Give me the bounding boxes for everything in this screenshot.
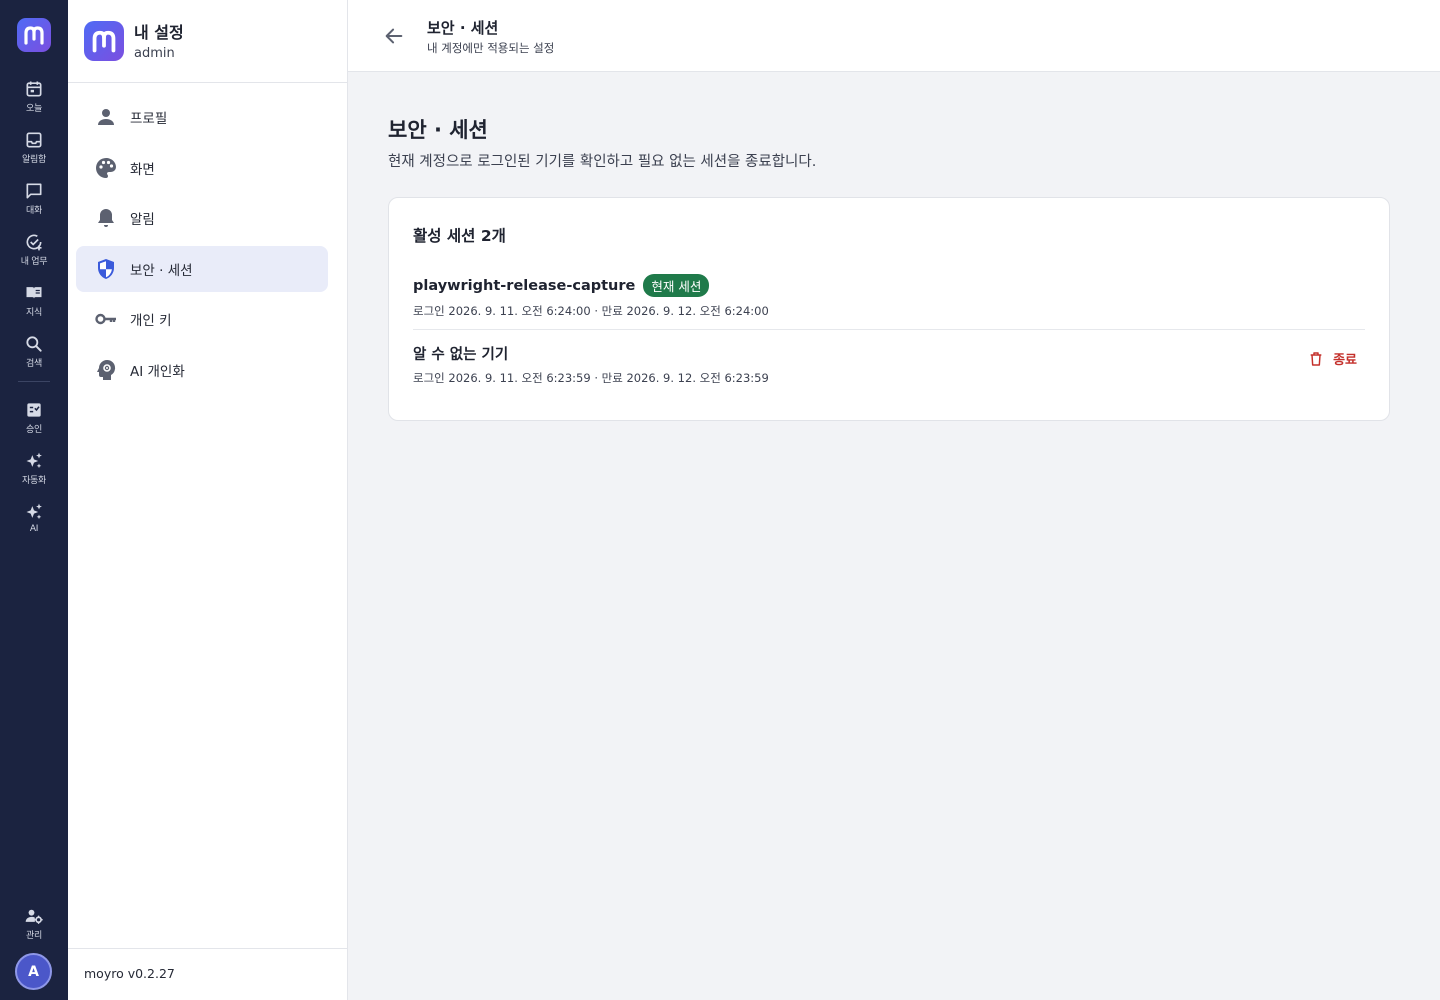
rail-item-label: 관리 [26,931,42,941]
search-icon [26,336,42,352]
inbox-icon [26,132,42,148]
shield-icon [98,258,114,279]
rail-item-automation[interactable]: 자동화 [0,449,68,495]
session-meta: 로그인 2026. 9. 11. 오전 6:24:00 · 만료 2026. 9… [413,304,769,318]
moyro-logo-icon [24,26,44,45]
moyro-logo-icon [92,30,116,53]
ai-head-icon [97,359,116,380]
approval-icon [27,403,41,417]
header-title: 보안 · 세션 [427,19,499,37]
rail-item-label: 내 업무 [20,257,48,267]
back-button[interactable] [380,22,408,50]
nav-item-label: 프로필 [130,111,168,127]
nav-item-security-session[interactable]: 보안 · 세션 [76,245,328,292]
main-content: 보안 · 세션 현재 계정으로 로그인된 기기를 확인하고 필요 없는 세션을 … [348,72,1440,1000]
session-device: 알 수 없는 기기 [413,343,1365,364]
rail-item-my-tasks[interactable]: 내 업무 [0,230,68,276]
sessions-card: 활성 세션 2개 playwright-release-capture 현재 세… [388,197,1390,421]
rail-item-label: 검색 [26,359,42,369]
nav-item-notifications[interactable]: 알림 [76,195,328,241]
nav-item-personal-key[interactable]: 개인 키 [76,296,328,342]
rail-item-label: 오늘 [26,104,42,114]
palette-icon [96,157,116,178]
user-avatar[interactable]: A [15,953,52,990]
person-icon [98,109,114,125]
rail-item-knowledge[interactable]: 지식 [0,281,68,327]
session-device: playwright-release-capture 현재 세션 [413,274,1365,297]
rail-item-label: AI [29,524,39,534]
nav-item-label: 보안 · 세션 [130,262,193,279]
task-check-icon [26,234,42,251]
bell-icon [98,209,114,227]
page-title: 보안 · 세션 [388,118,488,142]
end-session-label: 종료 [1333,353,1357,368]
session-row: 알 수 없는 기기 로그인 2026. 9. 11. 오전 6:23:59 · … [413,343,1365,395]
nav-item-label: 화면 [130,161,155,178]
rail-divider [18,381,50,382]
nav-item-label: 개인 키 [130,313,172,329]
page-header: 보안 · 세션 내 계정에만 적용되는 설정 [348,0,1440,72]
app-rail: 오늘 알림함 대화 내 업무 지식 검색 승인 자동화 AI 관리 A [0,0,68,1000]
trash-icon [1310,351,1322,366]
rail-item-approval[interactable]: 승인 [0,398,68,444]
end-session-button[interactable]: 종료 [1308,349,1357,368]
rail-item-chat[interactable]: 대화 [0,179,68,225]
rail-item-label: 지식 [26,308,42,318]
rail-item-today[interactable]: 오늘 [0,77,68,123]
calendar-icon [26,81,42,97]
sidebar-header: 내 설정 admin [68,0,347,83]
rail-item-label: 승인 [26,425,42,435]
sidebar-username: admin [134,46,175,61]
rail-item-label: 대화 [26,206,42,216]
sessions-card-title: 활성 세션 2개 [413,227,506,245]
rail-item-inbox[interactable]: 알림함 [0,128,68,174]
arrow-left-icon [385,28,403,44]
app-version: moyro v0.2.27 [84,966,175,981]
nav-item-display[interactable]: 화면 [76,145,328,191]
admin-users-icon [25,909,43,924]
key-icon [95,313,116,325]
rail-item-label: 자동화 [22,476,46,486]
settings-sidebar: 내 설정 admin 프로필 화면 알림 보안 · 세션 개인 키 AI 개인화 [68,0,348,1000]
rail-item-admin[interactable]: 관리 [0,904,68,950]
nav-item-profile[interactable]: 프로필 [76,94,328,140]
header-subtitle: 내 계정에만 적용되는 설정 [427,41,555,55]
nav-item-label: 알림 [130,212,155,228]
rail-item-search[interactable]: 검색 [0,332,68,378]
nav-item-ai-personalization[interactable]: AI 개인화 [76,347,328,393]
rail-item-label: 알림함 [22,155,46,165]
ai-sparkle-icon [26,503,42,520]
session-row: playwright-release-capture 현재 세션 로그인 202… [413,274,1365,330]
settings-nav: 프로필 화면 알림 보안 · 세션 개인 키 AI 개인화 [76,94,328,397]
session-meta: 로그인 2026. 9. 11. 오전 6:23:59 · 만료 2026. 9… [413,371,769,385]
chat-icon [26,183,42,199]
current-session-badge: 현재 세션 [643,274,710,297]
settings-logo [84,21,124,61]
page-description: 현재 계정으로 로그인된 기기를 확인하고 필요 없는 세션을 종료합니다. [388,154,817,170]
session-device-name: playwright-release-capture [413,277,636,294]
sparkle-icon [26,452,42,469]
rail-item-ai[interactable]: AI [0,500,68,546]
app-logo[interactable] [17,18,51,52]
session-device-name: 알 수 없는 기기 [413,347,509,363]
nav-item-label: AI 개인화 [130,363,185,380]
sidebar-title: 내 설정 [134,23,184,42]
sidebar-footer: moyro v0.2.27 [68,948,347,1000]
book-icon [26,287,42,299]
